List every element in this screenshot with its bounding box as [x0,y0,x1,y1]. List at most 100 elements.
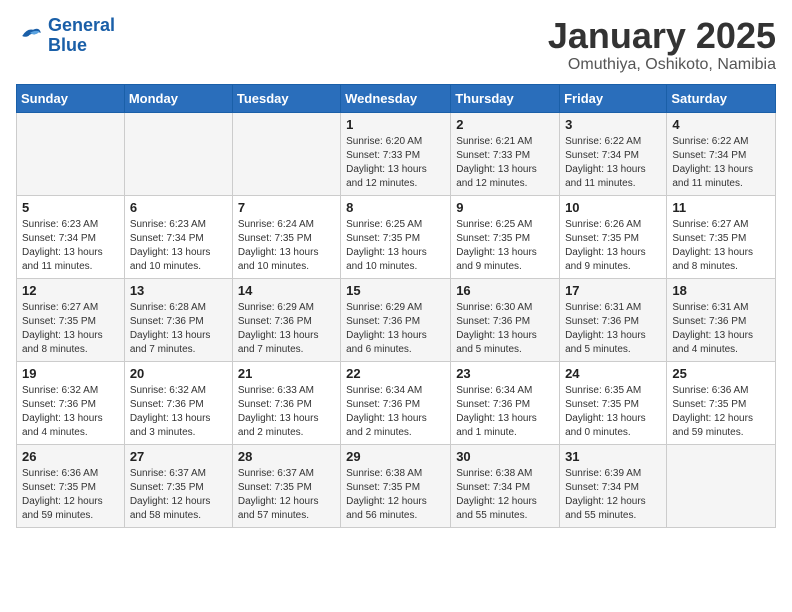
day-number: 31 [565,449,661,464]
header-row: SundayMondayTuesdayWednesdayThursdayFrid… [17,84,776,112]
day-info: Sunrise: 6:22 AM Sunset: 7:34 PM Dayligh… [565,135,661,191]
day-number: 7 [238,200,335,215]
day-number: 4 [672,117,770,132]
day-info: Sunrise: 6:27 AM Sunset: 7:35 PM Dayligh… [672,218,770,274]
day-info: Sunrise: 6:38 AM Sunset: 7:35 PM Dayligh… [346,467,445,523]
day-info: Sunrise: 6:31 AM Sunset: 7:36 PM Dayligh… [672,301,770,357]
day-info: Sunrise: 6:31 AM Sunset: 7:36 PM Dayligh… [565,301,661,357]
day-info: Sunrise: 6:34 AM Sunset: 7:36 PM Dayligh… [346,384,445,440]
day-info: Sunrise: 6:23 AM Sunset: 7:34 PM Dayligh… [130,218,227,274]
day-info: Sunrise: 6:32 AM Sunset: 7:36 PM Dayligh… [22,384,119,440]
day-info: Sunrise: 6:38 AM Sunset: 7:34 PM Dayligh… [456,467,554,523]
day-cell-19: 19 Sunrise: 6:32 AM Sunset: 7:36 PM Dayli… [17,361,125,444]
day-info: Sunrise: 6:29 AM Sunset: 7:36 PM Dayligh… [238,301,335,357]
day-cell-26: 26 Sunrise: 6:36 AM Sunset: 7:35 PM Dayli… [17,444,125,527]
day-number: 5 [22,200,119,215]
day-cell-25: 25 Sunrise: 6:36 AM Sunset: 7:35 PM Dayli… [667,361,776,444]
day-info: Sunrise: 6:30 AM Sunset: 7:36 PM Dayligh… [456,301,554,357]
day-cell-4: 4 Sunrise: 6:22 AM Sunset: 7:34 PM Daylig… [667,112,776,195]
day-number: 15 [346,283,445,298]
day-header-thursday: Thursday [451,84,560,112]
day-cell-30: 30Sunrise: 6:38 AM Sunset: 7:34 PM Dayli… [451,444,560,527]
day-cell-14: 14 Sunrise: 6:29 AM Sunset: 7:36 PM Dayli… [232,278,340,361]
day-info: Sunrise: 6:34 AM Sunset: 7:36 PM Dayligh… [456,384,554,440]
day-number: 13 [130,283,227,298]
day-info: Sunrise: 6:29 AM Sunset: 7:36 PM Dayligh… [346,301,445,357]
day-cell-3: 3Sunrise: 6:22 AM Sunset: 7:34 PM Daylig… [560,112,667,195]
day-cell-7: 7Sunrise: 6:24 AM Sunset: 7:35 PM Daylig… [232,195,340,278]
day-number: 22 [346,366,445,381]
day-number: 18 [672,283,770,298]
day-header-sunday: Sunday [17,84,125,112]
location: Omuthiya, Oshikoto, Namibia [548,56,776,74]
day-info: Sunrise: 6:22 AM Sunset: 7:34 PM Dayligh… [672,135,770,191]
day-number: 19 [22,366,119,381]
day-header-wednesday: Wednesday [341,84,451,112]
day-cell-22: 22 Sunrise: 6:34 AM Sunset: 7:36 PM Dayli… [341,361,451,444]
day-number: 25 [672,366,770,381]
empty-cell [232,112,340,195]
week-row-4: 19 Sunrise: 6:32 AM Sunset: 7:36 PM Dayli… [17,361,776,444]
logo: General Blue [16,16,115,56]
day-info: Sunrise: 6:37 AM Sunset: 7:35 PM Dayligh… [238,467,335,523]
day-number: 11 [672,200,770,215]
day-header-monday: Monday [124,84,232,112]
day-cell-20: 20 Sunrise: 6:32 AM Sunset: 7:36 PM Dayli… [124,361,232,444]
day-cell-21: 21Sunrise: 6:33 AM Sunset: 7:36 PM Dayli… [232,361,340,444]
day-cell-9: 9Sunrise: 6:25 AM Sunset: 7:35 PM Daylig… [451,195,560,278]
day-number: 26 [22,449,119,464]
week-row-1: 1Sunrise: 6:20 AM Sunset: 7:33 PM Daylig… [17,112,776,195]
day-number: 29 [346,449,445,464]
day-number: 27 [130,449,227,464]
empty-cell [17,112,125,195]
day-number: 10 [565,200,661,215]
title-block: January 2025 Omuthiya, Oshikoto, Namibia [548,16,776,74]
day-cell-12: 12 Sunrise: 6:27 AM Sunset: 7:35 PM Dayli… [17,278,125,361]
week-row-3: 12 Sunrise: 6:27 AM Sunset: 7:35 PM Dayli… [17,278,776,361]
logo-icon [16,22,44,50]
day-cell-1: 1Sunrise: 6:20 AM Sunset: 7:33 PM Daylig… [341,112,451,195]
day-cell-6: 6 Sunrise: 6:23 AM Sunset: 7:34 PM Daylig… [124,195,232,278]
logo-text: General Blue [48,16,115,56]
day-number: 6 [130,200,227,215]
day-cell-8: 8Sunrise: 6:25 AM Sunset: 7:35 PM Daylig… [341,195,451,278]
day-info: Sunrise: 6:28 AM Sunset: 7:36 PM Dayligh… [130,301,227,357]
day-cell-23: 23 Sunrise: 6:34 AM Sunset: 7:36 PM Dayli… [451,361,560,444]
day-info: Sunrise: 6:27 AM Sunset: 7:35 PM Dayligh… [22,301,119,357]
day-number: 12 [22,283,119,298]
day-header-tuesday: Tuesday [232,84,340,112]
day-info: Sunrise: 6:36 AM Sunset: 7:35 PM Dayligh… [22,467,119,523]
day-number: 9 [456,200,554,215]
day-number: 8 [346,200,445,215]
day-cell-29: 29 Sunrise: 6:38 AM Sunset: 7:35 PM Dayli… [341,444,451,527]
day-info: Sunrise: 6:21 AM Sunset: 7:33 PM Dayligh… [456,135,554,191]
week-row-5: 26 Sunrise: 6:36 AM Sunset: 7:35 PM Dayli… [17,444,776,527]
day-cell-17: 17 Sunrise: 6:31 AM Sunset: 7:36 PM Dayli… [560,278,667,361]
empty-cell [667,444,776,527]
day-cell-27: 27Sunrise: 6:37 AM Sunset: 7:35 PM Dayli… [124,444,232,527]
day-header-friday: Friday [560,84,667,112]
day-info: Sunrise: 6:36 AM Sunset: 7:35 PM Dayligh… [672,384,770,440]
day-info: Sunrise: 6:20 AM Sunset: 7:33 PM Dayligh… [346,135,445,191]
day-info: Sunrise: 6:32 AM Sunset: 7:36 PM Dayligh… [130,384,227,440]
day-number: 2 [456,117,554,132]
day-info: Sunrise: 6:23 AM Sunset: 7:34 PM Dayligh… [22,218,119,274]
day-number: 24 [565,366,661,381]
day-cell-28: 28Sunrise: 6:37 AM Sunset: 7:35 PM Dayli… [232,444,340,527]
day-cell-18: 18 Sunrise: 6:31 AM Sunset: 7:36 PM Dayli… [667,278,776,361]
day-number: 16 [456,283,554,298]
day-header-saturday: Saturday [667,84,776,112]
day-cell-24: 24 Sunrise: 6:35 AM Sunset: 7:35 PM Dayli… [560,361,667,444]
day-number: 17 [565,283,661,298]
day-number: 14 [238,283,335,298]
day-info: Sunrise: 6:26 AM Sunset: 7:35 PM Dayligh… [565,218,661,274]
day-cell-11: 11 Sunrise: 6:27 AM Sunset: 7:35 PM Dayli… [667,195,776,278]
month-title: January 2025 [548,16,776,56]
page-header: General Blue January 2025 Omuthiya, Oshi… [16,16,776,74]
day-number: 20 [130,366,227,381]
day-cell-13: 13 Sunrise: 6:28 AM Sunset: 7:36 PM Dayli… [124,278,232,361]
day-cell-10: 10 Sunrise: 6:26 AM Sunset: 7:35 PM Dayli… [560,195,667,278]
day-info: Sunrise: 6:35 AM Sunset: 7:35 PM Dayligh… [565,384,661,440]
day-number: 23 [456,366,554,381]
day-cell-16: 16 Sunrise: 6:30 AM Sunset: 7:36 PM Dayli… [451,278,560,361]
